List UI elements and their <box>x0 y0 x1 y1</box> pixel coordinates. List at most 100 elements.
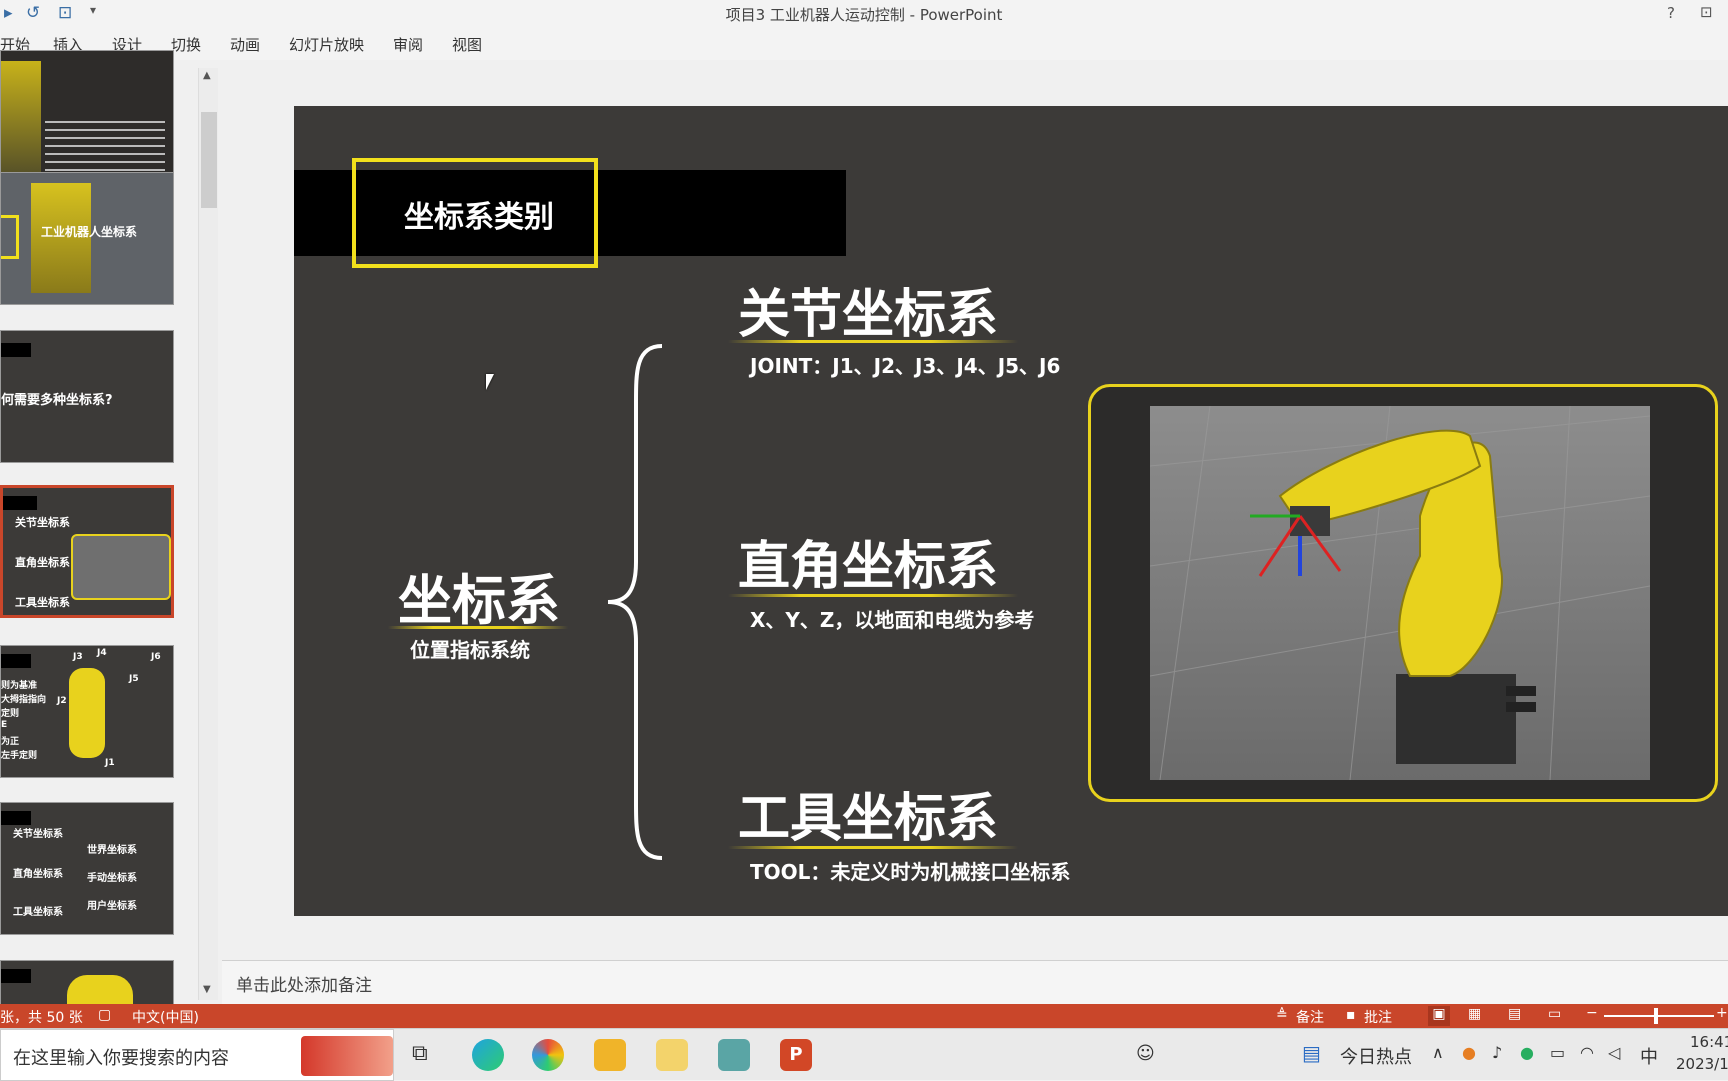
powerpoint-icon[interactable]: P <box>780 1039 812 1071</box>
thumb-item: 直角坐标系 <box>13 869 63 880</box>
thumb-title: 工业机器人坐标系 <box>41 225 138 239</box>
thumb-item: 直角坐标系 <box>15 556 70 569</box>
underline <box>728 340 1018 343</box>
zoom-slider[interactable] <box>1604 1015 1714 1017</box>
browser-icon[interactable] <box>532 1039 564 1071</box>
search-placeholder: 在这里输入你要搜索的内容 <box>13 1048 229 1069</box>
search-decor-image <box>301 1036 393 1076</box>
joint-label: J3 <box>73 652 83 662</box>
people-icon[interactable]: ☺ <box>1136 1043 1155 1064</box>
task-view-icon[interactable]: ⧉ <box>412 1041 428 1066</box>
tray-expand-icon[interactable]: ∧ <box>1432 1043 1444 1062</box>
mouse-cursor-icon <box>486 374 494 390</box>
taskbar: 在这里输入你要搜索的内容 ⧉ P ☺ ▤ 今日热点 ∧ ● ♪ ● ▭ ◠ ◁ … <box>0 1028 1728 1081</box>
notes-pane[interactable]: 单击此处添加备注 <box>222 960 1728 1004</box>
header-bar <box>1 343 31 357</box>
underline <box>728 594 1018 597</box>
tool-title: 工具坐标系 <box>738 789 999 849</box>
news-icon[interactable]: ▤ <box>1302 1041 1321 1065</box>
joint-label: J2 <box>57 696 67 706</box>
notes-button[interactable]: 备注 <box>1296 1007 1324 1027</box>
battery-icon[interactable]: ▭ <box>1550 1043 1565 1062</box>
news-label[interactable]: 今日热点 <box>1340 1043 1412 1069</box>
status-bar: 张，共 50 张 ▢ 中文(中国) ≜ 备注 ▪ 批注 ▣ ▦ ▤ ▭ − + <box>0 1004 1728 1028</box>
slide-thumbnail-active[interactable]: 关节坐标系 直角坐标系 工具坐标系 <box>0 485 174 618</box>
brace-icon <box>607 344 663 860</box>
robot-arm-image <box>69 668 105 758</box>
thumb-text: 定则 <box>1 709 20 719</box>
header-bar <box>1 811 31 825</box>
slide-thumbnail[interactable]: J3 J4 J5 J6 J2 J1 则为基准 大拇指指向 定则 E 为正 左手定… <box>0 645 174 778</box>
header-bar <box>3 496 37 510</box>
scroll-up-icon[interactable]: ▲ <box>203 70 211 81</box>
thumb-item: 用户坐标系 <box>87 901 137 912</box>
tab-slideshow[interactable]: 幻灯片放映 <box>289 34 364 55</box>
thumb-text: E <box>1 720 8 730</box>
tab-review[interactable]: 审阅 <box>393 34 423 55</box>
underline <box>728 846 1018 849</box>
taskbar-search-input[interactable]: 在这里输入你要搜索的内容 <box>0 1029 394 1081</box>
tab-view[interactable]: 视图 <box>452 34 482 55</box>
tab-transitions[interactable]: 切换 <box>171 34 201 55</box>
highlight-box <box>1 215 19 259</box>
header-bar <box>1 654 31 668</box>
comments-button[interactable]: 批注 <box>1364 1007 1392 1027</box>
joint-label: J4 <box>97 648 107 658</box>
underline <box>388 626 568 629</box>
zoom-in-icon[interactable]: + <box>1716 1005 1728 1021</box>
joint-label: J1 <box>105 758 115 768</box>
slide-count: 张，共 50 张 <box>0 1010 83 1026</box>
slide[interactable]: 坐标系类别 坐标系 位置指标系统 关节坐标系 JOINT：J1、J2、J3、J4… <box>294 106 1728 916</box>
scroll-down-icon[interactable]: ▼ <box>203 984 211 995</box>
slide-thumbnail[interactable]: 何需要多种坐标系? <box>0 330 174 463</box>
tray-status-icon[interactable]: ● <box>1520 1043 1534 1062</box>
slide-sorter-icon[interactable]: ▦ <box>1468 1006 1481 1022</box>
tab-animations[interactable]: 动画 <box>230 34 260 55</box>
app-icon[interactable] <box>718 1039 750 1071</box>
normal-view-icon[interactable]: ▣ <box>1428 1006 1450 1026</box>
edge-icon[interactable] <box>472 1039 504 1071</box>
file-explorer-icon[interactable] <box>594 1039 626 1071</box>
thumbnail-scrollbar[interactable]: ▲ ▼ <box>198 68 218 1000</box>
clock-date[interactable]: 2023/1 <box>1676 1055 1728 1073</box>
slideshow-icon[interactable]: ▭ <box>1548 1006 1561 1022</box>
slide-header: 坐标系类别 <box>404 200 554 235</box>
thumb-title: 何需要多种坐标系? <box>1 393 113 408</box>
volume-icon[interactable]: ◁ <box>1608 1043 1620 1062</box>
main-label: 坐标系 <box>398 569 560 632</box>
thumb-item: 关节坐标系 <box>13 829 63 840</box>
zoom-out-icon[interactable]: − <box>1586 1005 1598 1021</box>
comments-icon[interactable]: ▪ <box>1346 1007 1356 1023</box>
reading-view-icon[interactable]: ▤ <box>1508 1006 1521 1022</box>
robot-viewport <box>1149 405 1651 781</box>
thumb-item: 工具坐标系 <box>15 596 70 609</box>
zoom-slider-thumb[interactable] <box>1654 1008 1658 1024</box>
joint-label: J5 <box>129 674 139 684</box>
thumb-item: 工具坐标系 <box>13 907 63 918</box>
photos-icon[interactable] <box>656 1039 688 1071</box>
restore-icon[interactable]: ⊡ <box>1700 3 1713 21</box>
thumb-text: 大拇指指向 <box>1 695 47 705</box>
wifi-icon[interactable]: ◠ <box>1580 1043 1594 1062</box>
notes-icon[interactable]: ≜ <box>1276 1007 1288 1023</box>
slide-thumbnail[interactable]: 关节坐标系 直角坐标系 工具坐标系 世界坐标系 手动坐标系 用户坐标系 <box>0 802 174 935</box>
scroll-thumb[interactable] <box>201 112 217 208</box>
tray-app-icon[interactable]: ● <box>1462 1043 1476 1062</box>
title-bar: ▸ ↺ ⊡ ▾ 项目3 工业机器人运动控制 - PowerPoint ? ⊡ <box>0 0 1728 28</box>
notes-placeholder[interactable]: 单击此处添加备注 <box>236 971 372 996</box>
joint-title: 关节坐标系 <box>738 285 999 345</box>
language[interactable]: 中文(中国) <box>132 1007 199 1027</box>
slide-thumbnail-pane: 工业机器人坐标系 何需要多种坐标系? 关节坐标系 直角坐标系 工具坐标系 J3 … <box>0 50 222 1020</box>
spellcheck-icon[interactable]: ▢ <box>98 1007 111 1023</box>
microphone-icon[interactable]: ♪ <box>1492 1043 1502 1062</box>
ime-indicator[interactable]: 中 <box>1640 1043 1658 1069</box>
cartesian-desc: X、Y、Z，以地面和电缆为参考 <box>750 608 1035 632</box>
robot-preview <box>71 534 171 600</box>
slide-thumbnail[interactable]: 工业机器人坐标系 <box>0 172 174 305</box>
thumb-item: 世界坐标系 <box>87 845 137 856</box>
thumb-text: 左手定则 <box>1 751 38 761</box>
help-icon[interactable]: ? <box>1667 4 1675 22</box>
clock-time[interactable]: 16:41 <box>1690 1033 1728 1051</box>
joint-desc: JOINT：J1、J2、J3、J4、J5、J6 <box>750 354 1061 378</box>
thumb-item: 手动坐标系 <box>87 873 137 884</box>
